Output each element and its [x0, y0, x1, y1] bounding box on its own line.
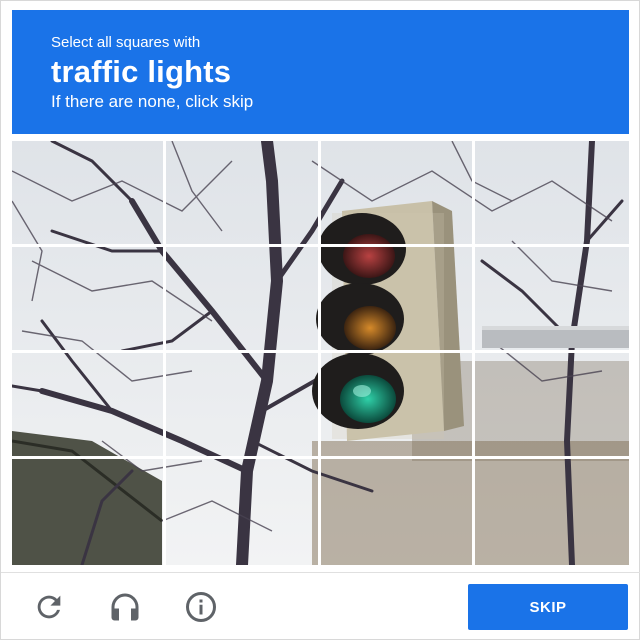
instruction-text: Select all squares with [51, 34, 201, 51]
grid-tile[interactable] [166, 141, 321, 247]
grid-tile[interactable] [474, 247, 629, 353]
audio-headphones-icon[interactable] [107, 589, 143, 625]
grid-tile[interactable] [475, 459, 629, 565]
grid-tile[interactable] [166, 247, 321, 353]
footer-divider [1, 572, 640, 573]
image-grid [12, 141, 629, 565]
skip-button[interactable]: SKIP [468, 584, 628, 630]
grid-tile[interactable] [320, 247, 475, 353]
target-object-text: traffic lights [51, 54, 232, 89]
grid-tile[interactable] [166, 459, 321, 565]
hint-text: If there are none, click skip [51, 92, 254, 111]
grid-tile[interactable] [12, 247, 167, 353]
grid-tile[interactable] [320, 353, 475, 459]
grid-tile[interactable] [474, 353, 629, 459]
grid-tile[interactable] [12, 353, 167, 459]
grid-tile[interactable] [320, 141, 475, 247]
grid-tile[interactable] [321, 459, 475, 565]
grid-tile[interactable] [166, 353, 321, 459]
info-icon[interactable] [183, 589, 219, 625]
reload-icon[interactable] [31, 589, 67, 625]
challenge-header: Select all squares with traffic lights I… [12, 10, 629, 134]
grid-tile[interactable] [474, 141, 629, 247]
tile-grid [12, 141, 629, 565]
grid-tile[interactable] [12, 141, 167, 247]
grid-tile[interactable] [12, 459, 167, 565]
captcha-challenge: Select all squares with traffic lights I… [0, 0, 640, 640]
